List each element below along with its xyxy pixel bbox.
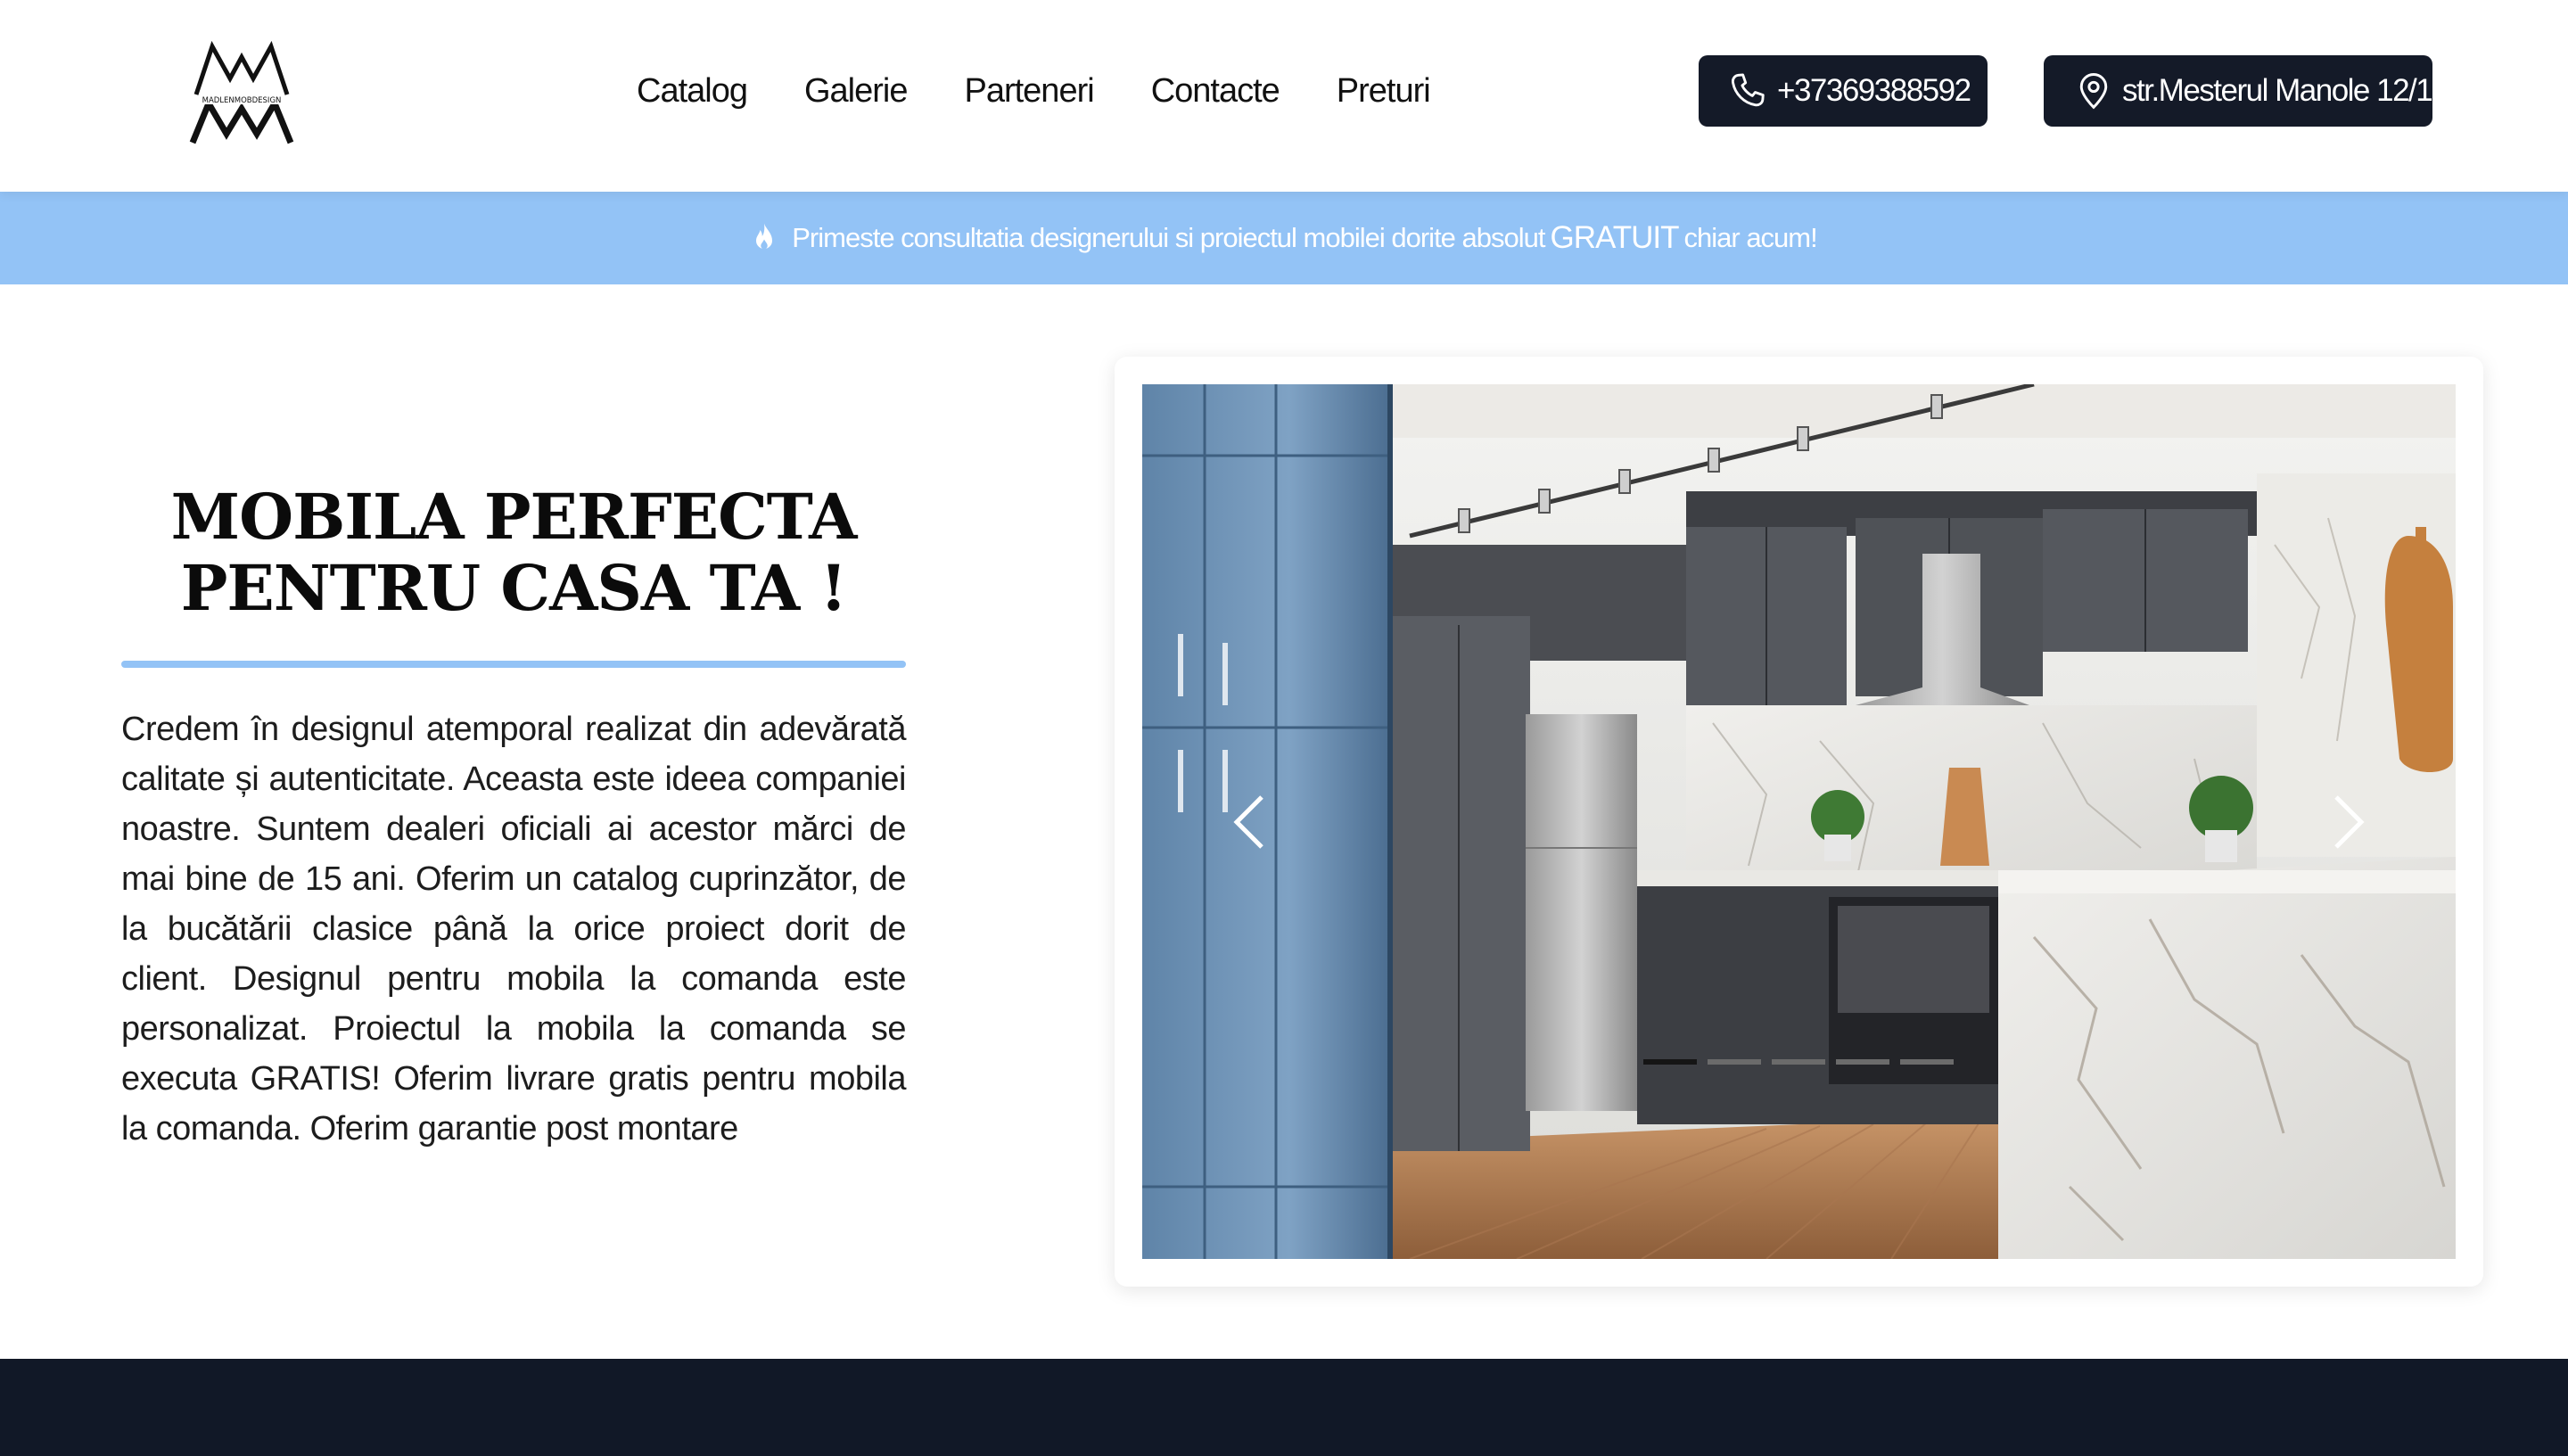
slide-image-kitchen [1142,384,2456,1259]
phone-icon [1731,73,1765,107]
page-title-line-2: PENTRU CASA TA ! [180,551,848,625]
banner-text: Primeste consultatia designerului si pro… [792,222,1545,253]
address-button[interactable]: str.Mesterul Manole 12/1 [2044,55,2433,127]
footer-section [0,1359,2568,1456]
banner-highlight: GRATUIT [1550,220,1680,255]
slider-dot-4[interactable] [1836,1059,1889,1065]
banner-text-end: chiar acum! [1683,222,1818,253]
image-slider [1115,357,2483,1287]
slider-dot-2[interactable] [1708,1059,1761,1065]
phone-number: +37369388592 [1777,73,1971,108]
phone-button[interactable]: +37369388592 [1699,55,1988,127]
main-nav: Catalog Galerie Parteneri Contacte Pretu… [637,0,1487,183]
location-pin-icon [2079,73,2108,110]
brand-logo[interactable]: MADLENMOBDESIGN [187,39,296,144]
page-title: MOBILA PERFECTA PENTRU CASA TA ! [121,481,906,624]
hero-description: Credem în designul atemporal realizat di… [121,711,907,1148]
page-title-line-1: MOBILA PERFECTA [170,480,858,554]
site-header: MADLENMOBDESIGN Catalog Galerie Partener… [0,0,2568,192]
title-underline [121,661,906,668]
kitchen-photo [1142,384,2456,1259]
chevron-left-icon [1233,794,1263,849]
slider-indicators [1643,1059,1964,1065]
address-text: str.Mesterul Manole 12/1 [2122,73,2433,108]
chevron-right-icon [2334,794,2365,849]
slider-prev-button[interactable] [1205,384,1294,1259]
slider-next-button[interactable] [2304,384,2393,1259]
logo-mark-icon: MADLENMOBDESIGN [189,40,294,144]
nav-item-preturi[interactable]: Preturi [1337,72,1431,111]
slider-dot-3[interactable] [1772,1059,1825,1065]
slider-dot-1[interactable] [1643,1059,1697,1065]
promo-banner[interactable]: Primeste consultatia designerului si pro… [0,192,2568,284]
slider-dot-5[interactable] [1900,1059,1954,1065]
svg-text:MADLENMOBDESIGN: MADLENMOBDESIGN [202,96,282,105]
flame-icon [756,223,773,250]
nav-item-contacte[interactable]: Contacte [1151,72,1280,111]
nav-item-galerie[interactable]: Galerie [804,72,908,111]
nav-item-catalog[interactable]: Catalog [637,72,748,111]
nav-item-parteneri[interactable]: Parteneri [964,72,1094,111]
